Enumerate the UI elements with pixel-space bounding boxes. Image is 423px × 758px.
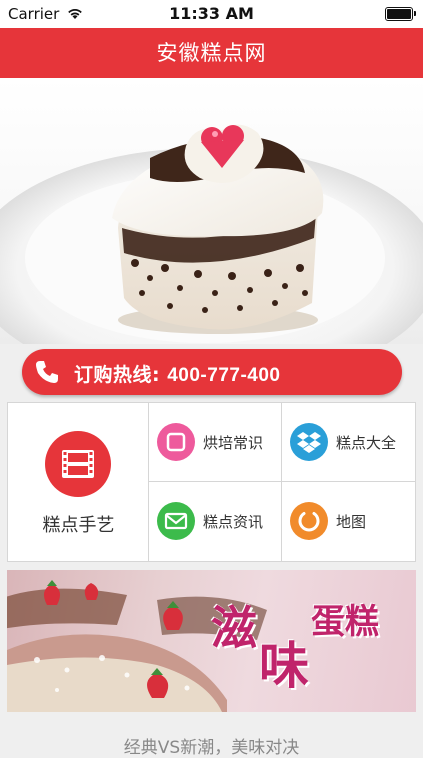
nav-bar: 安徽糕点网 <box>0 28 423 78</box>
banner-title: 滋 味 蛋糕 <box>203 588 403 698</box>
grid-item-label: 糕点大全 <box>336 434 397 452</box>
banner-title-rest: 蛋糕 <box>311 602 379 642</box>
banner-title-char-1: 滋 <box>211 601 257 655</box>
cake-illustration <box>0 124 423 344</box>
hotline-label: 订购热线: <box>74 364 168 386</box>
square-icon <box>157 423 195 461</box>
grid-item-label: 烘培常识 <box>203 434 264 452</box>
hotline-number: 400-777-400 <box>167 365 281 386</box>
grid-item-baking-tips[interactable]: 烘培常识 <box>149 403 282 482</box>
hero-image <box>0 78 423 344</box>
grid-item-label: 糕点资讯 <box>203 513 264 531</box>
grid-item-label: 糕点手艺 <box>42 515 115 536</box>
phone-icon <box>36 361 58 383</box>
hotline-button[interactable]: 订购热线: 400-777-400 <box>22 349 402 395</box>
tagline-text: 经典VS新潮，美味对决 <box>123 738 300 758</box>
grid-item-pastry-catalog[interactable]: 糕点大全 <box>282 403 415 482</box>
grid-item-label: 地图 <box>336 513 367 531</box>
page-title: 安徽糕点网 <box>156 41 267 65</box>
grid-item-pastry-news[interactable]: 糕点资讯 <box>149 482 282 561</box>
status-time: 11:33 AM <box>169 4 254 23</box>
promo-banner[interactable]: 滋 味 蛋糕 <box>7 570 416 712</box>
grid-item-craft[interactable]: 糕点手艺 <box>8 403 149 561</box>
film-icon <box>45 431 111 497</box>
power-icon <box>290 502 328 540</box>
banner-title-char-2: 味 <box>259 636 309 695</box>
category-grid: 糕点手艺 烘培常识 糕点大全 糕点资讯 地图 <box>7 402 416 562</box>
battery-icon <box>385 7 416 21</box>
hotline-text: 订购热线: 400-777-400 <box>74 360 280 387</box>
mail-icon <box>157 502 195 540</box>
dropbox-icon <box>290 423 328 461</box>
grid-item-map[interactable]: 地图 <box>282 482 415 561</box>
status-bar: Carrier 11:33 AM <box>0 0 423 28</box>
